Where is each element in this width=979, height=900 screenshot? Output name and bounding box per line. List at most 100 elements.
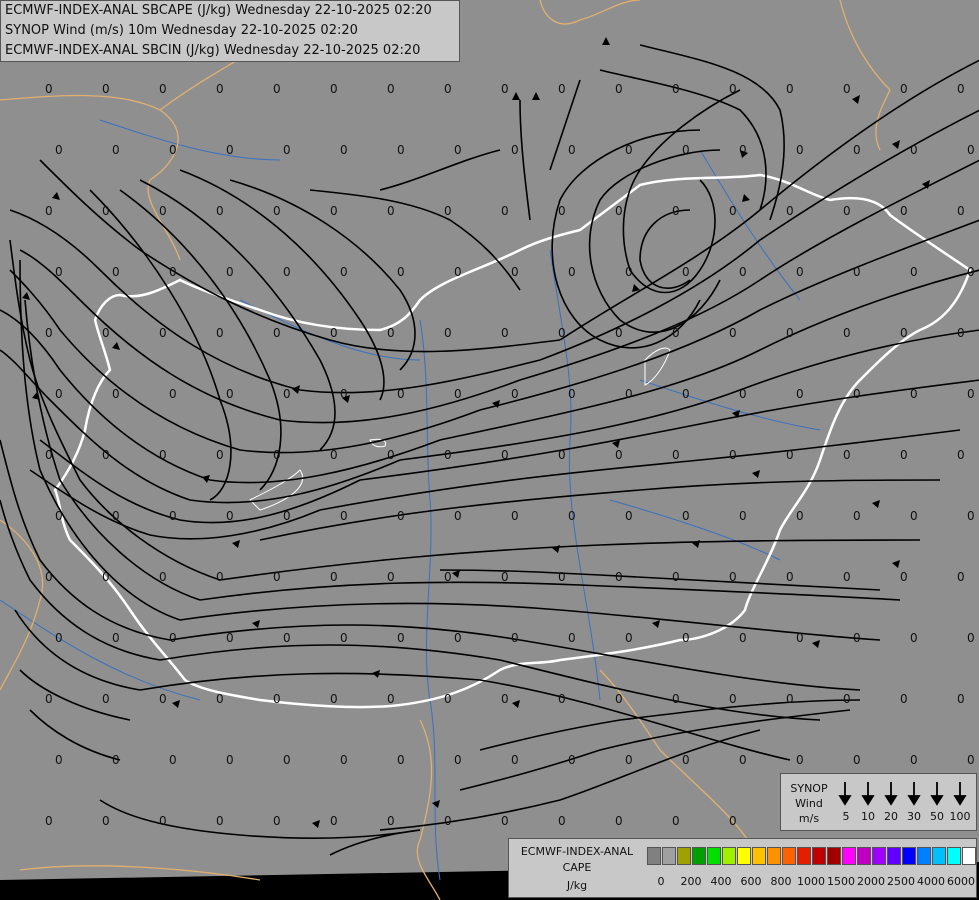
grid-value-label: 0 [853,387,861,401]
grid-value-label: 0 [853,143,861,157]
cape-color-swatch [782,847,796,865]
grid-value-label: 0 [900,448,908,462]
grid-value-label: 0 [387,326,395,340]
cape-color-swatch [917,847,931,865]
grid-value-label: 0 [853,631,861,645]
grid-value-label: 0 [843,204,851,218]
cape-color-swatch [857,847,871,865]
grid-value-label: 0 [672,570,680,584]
grid-value-label: 0 [615,570,623,584]
grid-value-label: 0 [796,387,804,401]
grid-value-label: 0 [501,204,509,218]
grid-value-label: 0 [568,387,576,401]
cape-color-swatch [722,847,736,865]
grid-value-label: 0 [682,509,690,523]
grid-value-label: 0 [340,387,348,401]
cape-color-swatch [677,847,691,865]
grid-value-label: 0 [739,143,747,157]
grid-value-label: 0 [340,631,348,645]
grid-value-label: 0 [55,387,63,401]
grid-value-label: 0 [796,265,804,279]
grid-value-label: 0 [682,753,690,767]
cape-color-swatch [647,847,661,865]
grid-value-label: 0 [55,753,63,767]
cape-tick-label: 600 [740,875,762,888]
grid-value-label: 0 [910,387,918,401]
grid-value-label: 0 [568,143,576,157]
wind-arrow-icon [838,795,852,806]
grid-value-label: 0 [558,448,566,462]
grid-value-label: 0 [558,570,566,584]
grid-value-label: 0 [216,448,224,462]
grid-value-label: 0 [444,814,452,828]
cape-color-swatch [827,847,841,865]
wind-speed-label: 30 [907,810,921,823]
grid-value-label: 0 [330,448,338,462]
weather-map[interactable]: 0 0 0 0 0 0 0 0 0 0 0 0 0 0 0 0 0 0 0 0 0 0 0 0 0 0 0 0 0 0 0 0 0 0 0 0 0 0 0 0… [0,0,979,900]
cape-tick-label: 4000 [917,875,945,888]
grid-value-label: 0 [796,143,804,157]
wind-arrow-icon [930,795,944,806]
grid-value-label: 0 [729,204,737,218]
cape-tick-label: 1000 [797,875,825,888]
grid-value-label: 0 [454,387,462,401]
grid-value-label: 0 [729,448,737,462]
grid-value-label: 0 [159,82,167,96]
grid-value-label: 0 [55,143,63,157]
grid-value-label: 0 [957,204,965,218]
grid-value-label: 0 [454,631,462,645]
cape-color-swatch [767,847,781,865]
grid-value-label: 0 [340,143,348,157]
grid-value-label: 0 [672,82,680,96]
map-header: ECMWF-INDEX-ANAL SBCAPE (J/kg) Wednesday… [0,0,460,62]
grid-value-label: 0 [55,509,63,523]
grid-value-label: 0 [729,82,737,96]
grid-value-label: 0 [112,631,120,645]
grid-value-label: 0 [672,692,680,706]
grid-value-label: 0 [444,82,452,96]
wind-speed-label: 10 [861,810,875,823]
grid-value-label: 0 [397,387,405,401]
grid-value-label: 0 [501,82,509,96]
grid-value-label: 0 [786,448,794,462]
grid-value-label: 0 [786,326,794,340]
grid-value-label: 0 [682,143,690,157]
grid-value-label: 0 [967,387,975,401]
grid-value-label: 0 [387,448,395,462]
grid-value-label: 0 [900,82,908,96]
wind-arrow-icon [861,795,875,806]
grid-value-label: 0 [910,509,918,523]
cape-legend-subtitle: CAPE [562,861,592,874]
cape-color-swatch [662,847,676,865]
grid-value-label: 0 [169,387,177,401]
grid-value-label: 0 [568,753,576,767]
grid-value-label: 0 [843,570,851,584]
grid-value-label: 0 [102,814,110,828]
grid-value-label: 0 [169,509,177,523]
grid-value-label: 0 [444,448,452,462]
grid-value-label: 0 [397,509,405,523]
grid-value-label: 0 [397,753,405,767]
grid-value-label: 0 [682,631,690,645]
grid-value-label: 0 [283,631,291,645]
grid-value-label: 0 [615,204,623,218]
grid-value-label: 0 [45,448,53,462]
cape-legend-title: ECMWF-INDEX-ANAL [520,845,634,858]
grid-value-label: 0 [45,204,53,218]
grid-value-label: 0 [568,509,576,523]
grid-value-label: 0 [397,143,405,157]
grid-value-label: 0 [511,509,519,523]
grid-value-label: 0 [283,753,291,767]
cape-legend: ECMWF-INDEX-ANAL CAPE J/kg 0 200 400 600 800… [508,838,977,898]
grid-value-label: 0 [900,570,908,584]
header-line-sbcape: ECMWF-INDEX-ANAL SBCAPE (J/kg) Wednesday… [5,3,432,18]
grid-value-label: 0 [501,570,509,584]
wind-legend: SYNOP Wind m/s 5 10 20 30 50 100 [780,773,977,831]
grid-value-label: 0 [615,82,623,96]
grid-value-label: 0 [216,326,224,340]
grid-value-label: 0 [900,326,908,340]
grid-value-label: 0 [45,82,53,96]
grid-value-label: 0 [615,814,623,828]
grid-value-label: 0 [796,631,804,645]
cape-tick-label: 6000 [947,875,975,888]
